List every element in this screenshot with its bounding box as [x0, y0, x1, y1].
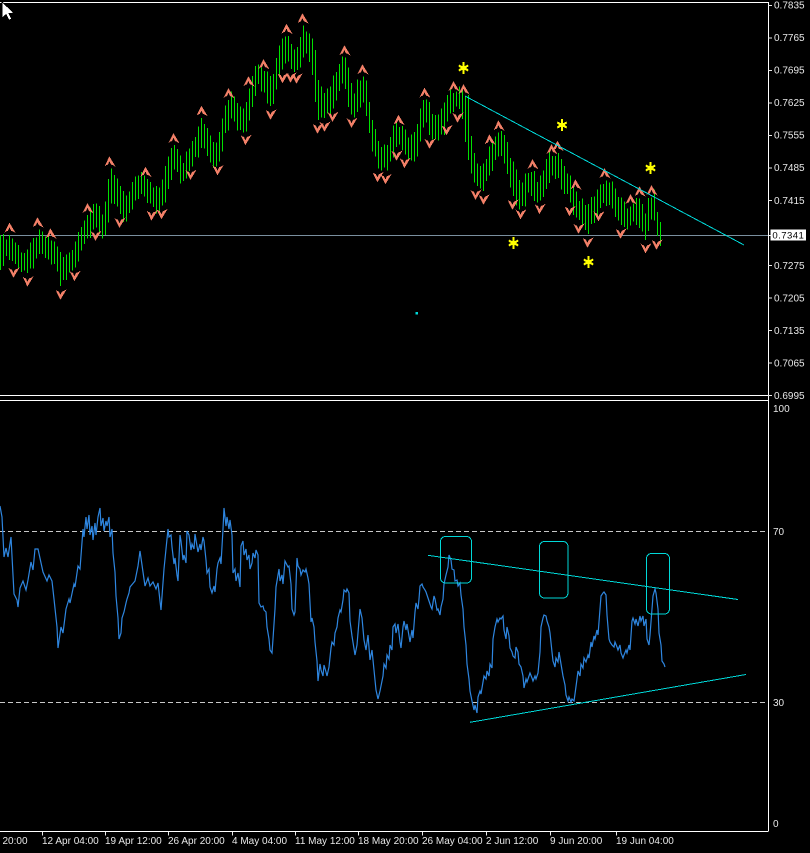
svg-text:19 Apr 12:00: 19 Apr 12:00: [105, 836, 162, 847]
svg-text:12 Apr 04:00: 12 Apr 04:00: [42, 836, 99, 847]
svg-text:0.7485: 0.7485: [774, 163, 805, 174]
svg-text:26 May 04:00: 26 May 04:00: [422, 836, 483, 847]
svg-text:0: 0: [773, 819, 779, 830]
svg-text:4 May 04:00: 4 May 04:00: [232, 836, 287, 847]
svg-text:0.7695: 0.7695: [774, 66, 805, 77]
svg-text:19 Jun 04:00: 19 Jun 04:00: [616, 836, 674, 847]
svg-text:11 May 12:00: 11 May 12:00: [295, 836, 355, 847]
svg-text:0.7765: 0.7765: [774, 33, 805, 44]
svg-text:0.7415: 0.7415: [774, 196, 805, 207]
svg-text:0.6995: 0.6995: [774, 391, 805, 402]
svg-text:0.7275: 0.7275: [774, 261, 805, 272]
svg-text:70: 70: [773, 527, 785, 538]
svg-text:0.7555: 0.7555: [774, 131, 805, 142]
svg-text:0.7205: 0.7205: [774, 293, 805, 304]
svg-text:0.7065: 0.7065: [774, 358, 805, 369]
svg-text:9 Jun 20:00: 9 Jun 20:00: [550, 836, 603, 847]
svg-text:20:00: 20:00: [3, 836, 28, 847]
svg-text:0.7341: 0.7341: [772, 230, 804, 241]
svg-text:18 May 20:00: 18 May 20:00: [358, 836, 419, 847]
svg-text:0.7625: 0.7625: [774, 98, 805, 109]
svg-text:26 Apr 20:00: 26 Apr 20:00: [168, 836, 225, 847]
svg-text:2 Jun 12:00: 2 Jun 12:00: [486, 836, 539, 847]
svg-text:30: 30: [773, 698, 785, 709]
svg-text:0.7135: 0.7135: [774, 326, 805, 337]
svg-text:0.7835: 0.7835: [774, 1, 805, 12]
svg-text:100: 100: [773, 404, 790, 415]
